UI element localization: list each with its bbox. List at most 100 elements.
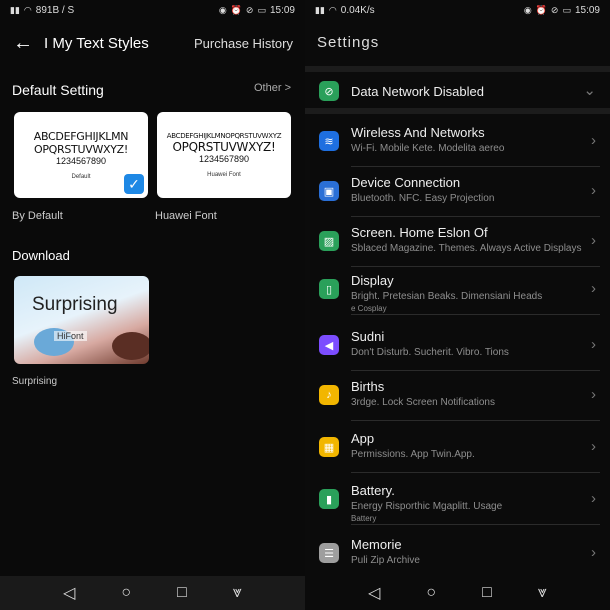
settings-item[interactable]: ▯ Display Bright. Pretesian Beaks. Dimensi… (305, 266, 610, 315)
settings-item[interactable]: ≋ Wireless And Networks Wi-Fi. Mobile Kete… (305, 118, 610, 167)
selected-check-icon: ✓ (124, 174, 144, 194)
settings-item-subtitle: 3rdge. Lock Screen Notifications (351, 397, 495, 408)
settings-item[interactable]: ♪ Births 3rdge. Lock Screen Notifications › (305, 372, 610, 421)
row-divider (351, 370, 600, 371)
font-label-surprising: Surprising (12, 376, 58, 387)
alarm-icon: ⏰ (230, 4, 242, 15)
battery-status-icon: ▭ (562, 4, 571, 15)
signal-icon: ▮▮ (315, 4, 325, 15)
mute-icon: ⊘ (550, 4, 559, 15)
default-setting-heading: Default Setting (12, 82, 104, 98)
font-label-default: By Default (12, 210, 63, 222)
settings-item[interactable]: ☰ Memorie Puli Zip Archive › (305, 530, 610, 576)
font-preview-title: Surprising (32, 294, 118, 315)
font-card-default[interactable]: ABCDEFGHIJKLMN OPQRSTUVWXYZ! 1234567890 … (14, 112, 148, 198)
status-bar: ▮▮ ◠ 0.04K/s ◉ ⏰ ⊘ ▭ 15:09 (305, 0, 610, 20)
font-caption: Huawei Font (207, 172, 241, 178)
device-icon: ▣ (319, 181, 339, 201)
divider-band (305, 108, 610, 114)
wifi-icon: ≋ (319, 131, 339, 151)
row-divider (351, 216, 600, 217)
network-speed: 0.04K/s (340, 4, 375, 16)
memory-icon: ☰ (319, 543, 339, 563)
settings-item[interactable]: ◀ Sudni Don't Disturb. Sucherit. Vibro. Ti… (305, 322, 610, 371)
chevron-right-icon: › (591, 280, 596, 297)
nav-home-icon[interactable]: ○ (426, 584, 436, 602)
settings-item-subtitle: Permissions. App Twin.App. (351, 449, 475, 460)
font-sample-line1: ABCDEFGHIJKLMN (33, 130, 129, 143)
chevron-right-icon: › (591, 232, 596, 249)
settings-screen: ▮▮ ◠ 0.04K/s ◉ ⏰ ⊘ ▭ 15:09 Settings ⊘ Da… (305, 0, 610, 610)
row-divider (351, 524, 600, 525)
chevron-right-icon: › (591, 182, 596, 199)
network-speed: 891B / S (35, 4, 75, 16)
chevron-right-icon: › (591, 386, 596, 403)
status-bar: ▮▮ ◠ 891B / S ◉ ⏰ ⊘ ▭ 15:09 (0, 0, 305, 20)
font-sample-numbers: 1234567890 (55, 156, 107, 166)
nfc-icon: ◉ (523, 4, 532, 15)
settings-item-subtitle: Energy Risporthic Mgaplitt. Usage (351, 501, 503, 512)
settings-item-title: Screen. Home Eslon Of (351, 225, 488, 240)
settings-item-title: Battery. (351, 483, 395, 498)
chevron-right-icon: › (591, 490, 596, 507)
chevron-right-icon: › (591, 336, 596, 353)
apps-icon: ▦ (319, 437, 339, 457)
alarm-icon: ⏰ (535, 4, 547, 15)
data-network-label: Data Network Disabled (351, 84, 484, 99)
settings-item-title: App (351, 431, 375, 446)
sound-icon: ◀ (319, 335, 339, 355)
mute-icon: ⊘ (245, 4, 254, 15)
settings-item-subtitle: Sblaced Magazine. Themes. Always Active … (351, 243, 582, 254)
chevron-down-icon: ⌄ (583, 82, 596, 99)
app-bar: ← I My Text Styles Purchase History (0, 28, 305, 58)
settings-item-title: Births (351, 379, 385, 394)
settings-item-subtitle: Wi-Fi. Mobile Kete. Modelita aereo (351, 143, 505, 154)
download-heading: Download (12, 248, 70, 263)
chevron-right-icon: › (591, 132, 596, 149)
font-sample-line2: OPQRSTUVWXYZ! (172, 140, 276, 154)
settings-item[interactable]: ▮ Battery. Energy Risporthic Mgaplitt. Usa… (305, 476, 610, 525)
bubble-decoration (112, 332, 149, 360)
row-divider (351, 420, 600, 421)
navigation-bar: ◁ ○ □ ⩔ (305, 576, 610, 610)
display-icon: ▯ (319, 279, 339, 299)
nav-recents-icon[interactable]: □ (482, 584, 492, 602)
row-divider (351, 472, 600, 473)
font-card-huawei[interactable]: ABCDEFGHIJKLMNOPQRSTUVWXYZ OPQRSTUVWXYZ!… (157, 112, 291, 198)
wifi-status-icon: ◠ (23, 4, 32, 15)
nav-home-icon[interactable]: ○ (121, 584, 131, 602)
font-preview-subtitle: HiFont (54, 331, 87, 341)
settings-item[interactable]: ▣ Device Connection Bluetooth. NFC. Easy P… (305, 168, 610, 217)
font-label-huawei: Huawei Font (155, 210, 217, 222)
data-network-row[interactable]: ⊘ Data Network Disabled ⌄ (305, 74, 610, 108)
bell-icon: ♪ (319, 385, 339, 405)
navigation-bar: ◁ ○ □ ⩔ (0, 576, 305, 610)
nav-notifications-icon[interactable]: ⩔ (233, 584, 242, 602)
text-styles-screen: ▮▮ ◠ 891B / S ◉ ⏰ ⊘ ▭ 15:09 ← I My Text … (0, 0, 305, 610)
battery-status-icon: ▭ (257, 4, 266, 15)
settings-item-title: Wireless And Networks (351, 125, 485, 140)
nav-notifications-icon[interactable]: ⩔ (538, 584, 547, 602)
back-arrow-icon[interactable]: ← (12, 32, 34, 54)
settings-item-subtitle: Puli Zip Archive (351, 555, 420, 566)
nav-recents-icon[interactable]: □ (177, 584, 187, 602)
font-card-surprising[interactable]: Surprising HiFont (14, 276, 149, 364)
purchase-history-link[interactable]: Purchase History (194, 36, 293, 51)
nav-back-icon[interactable]: ◁ (368, 583, 380, 603)
settings-item-subtitle: Bluetooth. NFC. Easy Projection (351, 193, 495, 204)
settings-item-subtitle-extra: Battery (351, 514, 377, 523)
settings-item-subtitle: Bright. Pretesian Beaks. Dimensiani Head… (351, 291, 543, 302)
settings-item[interactable]: ▦ App Permissions. App Twin.App. › (305, 424, 610, 473)
chevron-right-icon: › (591, 438, 596, 455)
image-icon: ▨ (319, 231, 339, 251)
page-title: Settings (317, 34, 380, 51)
row-divider (351, 314, 600, 315)
divider-band (305, 66, 610, 72)
battery-icon: ▮ (319, 489, 339, 509)
other-link[interactable]: Other > (254, 82, 291, 94)
settings-item-subtitle-extra: e Cosplay (351, 304, 387, 313)
settings-item-subtitle: Don't Disturb. Sucherit. Vibro. Tions (351, 347, 509, 358)
nav-back-icon[interactable]: ◁ (63, 583, 75, 603)
font-sample-line2: OPQRSTUVWXYZ! (33, 143, 129, 156)
settings-item[interactable]: ▨ Screen. Home Eslon Of Sblaced Magazine. … (305, 218, 610, 267)
